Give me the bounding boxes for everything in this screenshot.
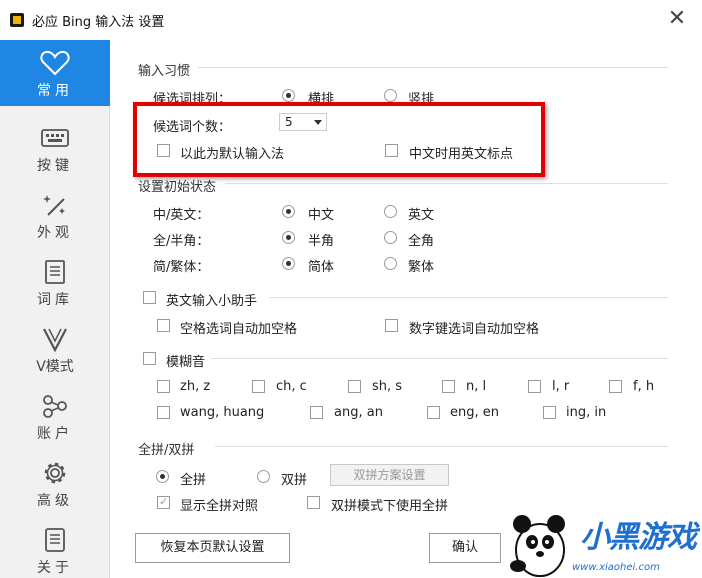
horizontal-radio[interactable]	[282, 89, 295, 102]
close-button[interactable]: ✕	[666, 8, 688, 30]
number-select-checkbox[interactable]	[385, 319, 398, 332]
sidebar-item-label: 账户	[37, 426, 73, 442]
restore-defaults-button[interactable]: 恢复本页默认设置	[135, 533, 290, 563]
fuzzy-n-l-label[interactable]: n, l	[466, 379, 486, 394]
account-share-icon	[43, 395, 67, 418]
full-pinyin-radio[interactable]	[156, 470, 169, 483]
section-divider	[225, 183, 668, 184]
english-label[interactable]: 英文	[408, 204, 434, 223]
watermark-text: 小黑游戏	[580, 520, 697, 555]
fuzzy-ch-c-label[interactable]: ch, c	[276, 379, 307, 394]
fuzzy-ch-c-checkbox[interactable]	[252, 380, 265, 393]
sidebar-item-label: 关于	[37, 560, 73, 576]
english-helper-checkbox[interactable]	[143, 291, 156, 304]
sidebar-item-label: 词库	[37, 292, 73, 308]
double-pinyin-label[interactable]: 双拼	[281, 469, 307, 488]
fuzzy-f-h-label[interactable]: f, h	[633, 379, 654, 394]
chinese-label[interactable]: 中文	[308, 204, 334, 223]
fuzzy-ing-in-label[interactable]: ing, in	[566, 405, 606, 420]
sidebar-item-appearance[interactable]: 外观	[0, 182, 110, 248]
traditional-label[interactable]: 繁体	[408, 256, 434, 275]
window-title: 必应 Bing 输入法 设置	[32, 15, 165, 30]
fuzzy-wang-huang-label[interactable]: wang, huang	[180, 405, 264, 420]
section-title-pinyin: 全拼/双拼	[138, 443, 195, 458]
half-width-radio[interactable]	[282, 231, 295, 244]
fuzzy-f-h-checkbox[interactable]	[609, 380, 622, 393]
fuzzy-l-r-checkbox[interactable]	[528, 380, 541, 393]
watermark: 小黑游戏 www.xiaohei.com	[502, 500, 702, 578]
sidebar: 常用 按键 外观 词库 V模式 账户 高级 关于	[0, 40, 110, 578]
section-divider	[211, 358, 668, 359]
heart-icon	[40, 50, 70, 76]
fuzzy-title[interactable]: 模糊音	[166, 351, 205, 370]
simplified-label[interactable]: 简体	[308, 256, 334, 275]
title-bar: 必应 Bing 输入法 设置 ✕	[0, 0, 702, 40]
v-mode-icon	[43, 328, 67, 352]
full-width-radio[interactable]	[384, 231, 397, 244]
gear-icon	[44, 462, 66, 484]
double-pinyin-radio[interactable]	[257, 470, 270, 483]
simplified-radio[interactable]	[282, 257, 295, 270]
panda-mascot-icon	[510, 515, 565, 577]
ok-button[interactable]: 确认	[429, 533, 501, 563]
sidebar-item-label: 外观	[37, 225, 73, 241]
half-width-label[interactable]: 半角	[308, 230, 334, 249]
space-select-checkbox[interactable]	[157, 319, 170, 332]
fuzzy-l-r-label[interactable]: l, r	[552, 379, 569, 394]
highlight-box	[133, 102, 545, 177]
fuzzy-eng-en-label[interactable]: eng, en	[450, 405, 499, 420]
sidebar-item-common[interactable]: 常用	[0, 40, 110, 106]
width-label: 全/半角：	[153, 234, 210, 249]
sidebar-item-account[interactable]: 账户	[0, 383, 110, 449]
double-scheme-button[interactable]: 双拼方案设置	[330, 464, 449, 486]
section-divider	[269, 297, 668, 298]
chinese-radio[interactable]	[282, 205, 295, 218]
fuzzy-ang-an-label[interactable]: ang, an	[334, 405, 383, 420]
space-select-label[interactable]: 空格选词自动加空格	[180, 318, 297, 337]
double-use-full-checkbox[interactable]	[307, 496, 320, 509]
fuzzy-sh-s-checkbox[interactable]	[348, 380, 361, 393]
section-title-input-habits: 输入习惯	[138, 64, 191, 79]
show-full-checkbox[interactable]	[157, 495, 170, 509]
english-radio[interactable]	[384, 205, 397, 218]
sidebar-item-keys[interactable]: 按键	[0, 115, 110, 181]
full-width-label[interactable]: 全角	[408, 230, 434, 249]
book-icon	[45, 260, 65, 284]
fuzzy-sh-s-label[interactable]: sh, s	[372, 379, 402, 394]
fuzzy-eng-en-checkbox[interactable]	[427, 406, 440, 419]
keyboard-icon	[41, 129, 69, 147]
english-helper-title[interactable]: 英文输入小助手	[166, 290, 257, 309]
full-pinyin-label[interactable]: 全拼	[180, 469, 206, 488]
sidebar-item-dictionary[interactable]: 词库	[0, 249, 110, 315]
settings-panel: 输入习惯 候选词排列： 横排 竖排 候选词个数： 5 以此为默认输入法 中文时用…	[111, 40, 702, 578]
fuzzy-zh-z-checkbox[interactable]	[157, 380, 170, 393]
document-icon	[45, 528, 65, 552]
fuzzy-ing-in-checkbox[interactable]	[543, 406, 556, 419]
double-use-full-label[interactable]: 双拼模式下使用全拼	[331, 495, 448, 514]
fuzzy-zh-z-label[interactable]: zh, z	[180, 379, 210, 394]
section-title-initial-state: 设置初始状态	[138, 180, 217, 195]
watermark-url: www.xiaohei.com	[572, 562, 660, 573]
app-logo-icon	[10, 13, 24, 27]
sidebar-item-label: V模式	[36, 359, 74, 375]
sidebar-item-v-mode[interactable]: V模式	[0, 316, 110, 382]
script-label: 简/繁体：	[153, 260, 210, 275]
number-select-label[interactable]: 数字键选词自动加空格	[409, 318, 539, 337]
show-full-label[interactable]: 显示全拼对照	[180, 495, 258, 514]
sidebar-item-label: 高级	[37, 493, 73, 509]
sidebar-item-advanced[interactable]: 高级	[0, 450, 110, 516]
section-divider	[215, 446, 668, 447]
section-divider	[198, 67, 668, 68]
sidebar-item-about[interactable]: 关于	[0, 517, 110, 578]
magic-wand-icon	[43, 195, 65, 216]
cn-en-label: 中/英文：	[153, 208, 210, 223]
sidebar-item-label: 常用	[37, 83, 73, 99]
sidebar-item-label: 按键	[37, 158, 73, 174]
traditional-radio[interactable]	[384, 257, 397, 270]
fuzzy-checkbox[interactable]	[143, 352, 156, 365]
fuzzy-ang-an-checkbox[interactable]	[310, 406, 323, 419]
vertical-radio[interactable]	[384, 89, 397, 102]
fuzzy-wang-huang-checkbox[interactable]	[157, 406, 170, 419]
fuzzy-n-l-checkbox[interactable]	[442, 380, 455, 393]
